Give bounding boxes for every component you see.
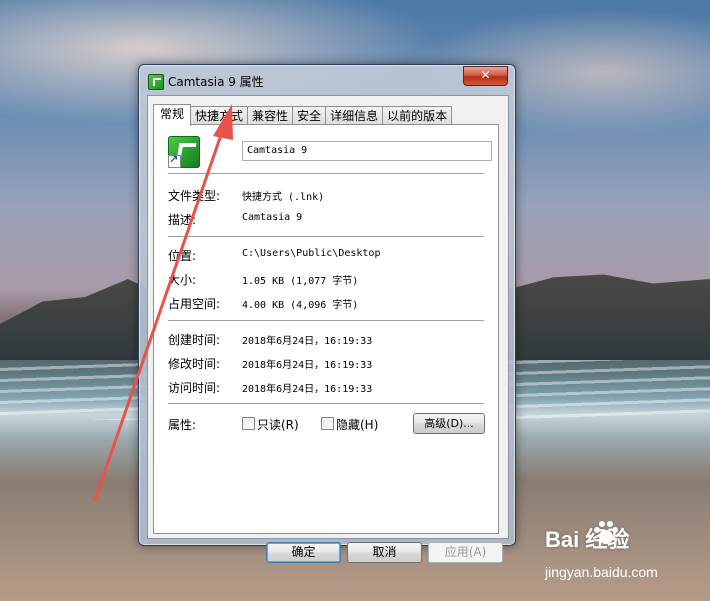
created-value: 2018年6月24日，16:19:33 [242, 336, 373, 347]
tab-general[interactable]: 常规 [153, 104, 192, 126]
window-title: Camtasia 9 属性 [168, 75, 264, 89]
description-value: Camtasia 9 [242, 212, 303, 223]
properties-dialog: Camtasia 9 属性 ✕ 常规 快捷方式 兼容性 安全 详细信息 以前的版… [138, 64, 516, 563]
accessed-label: 访问时间: [168, 381, 221, 395]
location-label: 位置: [168, 249, 197, 263]
separator [168, 320, 484, 322]
modified-value: 2018年6月24日，16:19:33 [242, 360, 373, 371]
description-label: 描述: [168, 213, 197, 227]
file-type-value: 快捷方式 (.lnk) [242, 192, 325, 203]
location-value: C:\Users\Public\Desktop [242, 248, 381, 259]
title-bar[interactable]: Camtasia 9 属性 ✕ [139, 65, 515, 95]
shortcut-arrow-icon [168, 153, 181, 168]
general-tab-panel: 文件类型: 快捷方式 (.lnk) 描述: Camtasia 9 位置: C:\… [153, 124, 499, 534]
created-label: 创建时间: [168, 333, 221, 347]
file-type-label: 文件类型: [168, 189, 221, 203]
tab-previous-versions[interactable]: 以前的版本 [382, 106, 453, 125]
attributes-row: 属性: 只读(R) 隐藏(H) 高级(D)... [168, 413, 485, 434]
size-on-disk-label: 占用空间: [168, 297, 221, 311]
cancel-button[interactable]: 取消 [347, 542, 422, 563]
size-label: 大小: [168, 273, 197, 287]
separator [168, 403, 484, 405]
modified-label: 修改时间: [168, 357, 221, 371]
camtasia-app-icon [148, 74, 164, 90]
tab-details[interactable]: 详细信息 [325, 106, 384, 125]
separator [168, 236, 484, 238]
size-value: 1.05 KB (1,077 字节) [242, 276, 359, 287]
size-on-disk-value: 4.00 KB (4,096 字节) [242, 300, 359, 311]
advanced-button[interactable]: 高级(D)... [413, 413, 485, 434]
tab-shortcut[interactable]: 快捷方式 [190, 106, 249, 125]
hidden-checkbox[interactable] [321, 417, 334, 430]
baidu-url: jingyan.baidu.com [545, 564, 658, 580]
apply-button[interactable]: 应用(A) [428, 542, 503, 563]
close-button[interactable]: ✕ [463, 66, 508, 86]
separator [168, 173, 484, 175]
ok-button[interactable]: 确定 [266, 542, 341, 563]
dialog-client-area: 常规 快捷方式 兼容性 安全 详细信息 以前的版本 文件类型: 快捷方式 (.l… [147, 95, 509, 563]
readonly-checkbox[interactable] [242, 417, 255, 430]
hidden-label[interactable]: 隐藏(H) [336, 416, 378, 433]
accessed-value: 2018年6月24日，16:19:33 [242, 384, 373, 395]
camtasia-shortcut-icon [168, 136, 200, 168]
tab-strip: 常规 快捷方式 兼容性 安全 详细信息 以前的版本 [153, 104, 453, 126]
shortcut-name-input[interactable] [242, 141, 492, 161]
readonly-label[interactable]: 只读(R) [257, 416, 299, 433]
tab-compatibility[interactable]: 兼容性 [247, 106, 294, 125]
baidu-watermark: Bai 经验 jingyan.baidu.com [545, 521, 705, 592]
baidu-paw-icon [594, 521, 618, 544]
attributes-label: 属性: [168, 418, 197, 432]
tab-security[interactable]: 安全 [292, 106, 327, 125]
